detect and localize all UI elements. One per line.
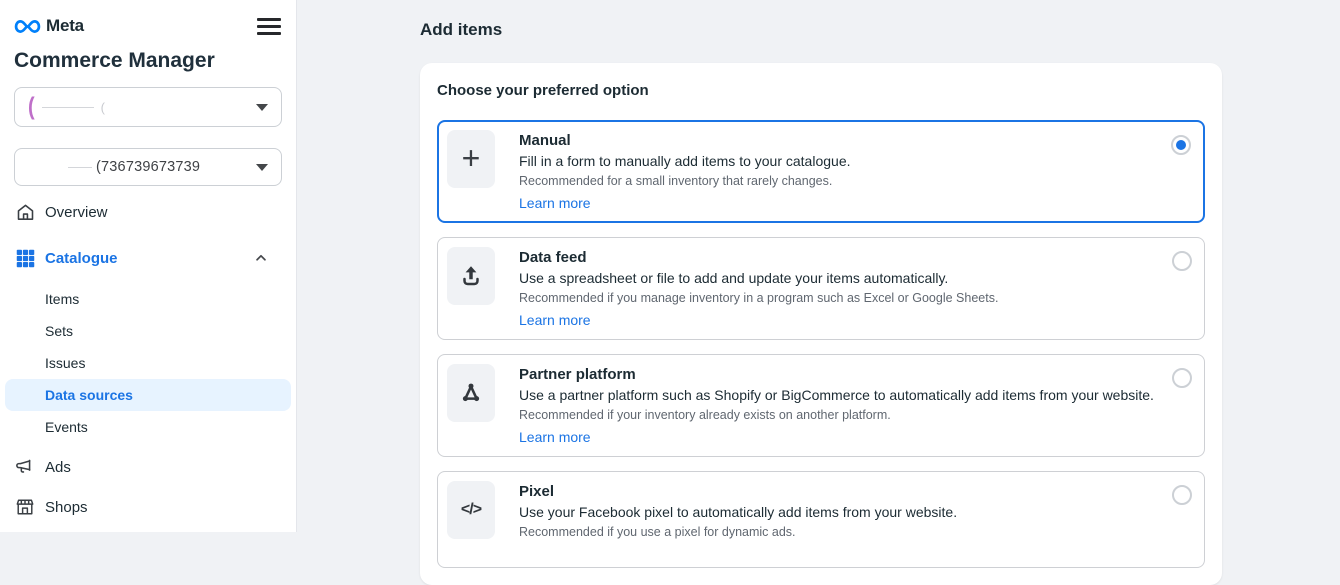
sidebar-item-items[interactable]: Items	[5, 283, 291, 315]
sidebar-header: Meta	[14, 12, 282, 40]
option-title: Manual	[519, 131, 851, 151]
radio-pixel[interactable]	[1172, 485, 1192, 505]
option-note: Recommended if you manage inventory in a…	[519, 289, 998, 307]
redaction-smudge	[42, 107, 94, 108]
meta-logo[interactable]: Meta	[14, 16, 84, 36]
chevron-up-icon[interactable]	[254, 251, 268, 265]
account-selector-dropdown[interactable]: ( (	[14, 87, 282, 127]
code-icon: </>	[447, 481, 495, 539]
sidebar-item-events[interactable]: Events	[5, 411, 291, 443]
plus-icon: +	[447, 130, 495, 188]
redacted-account-fragment: (	[101, 100, 105, 115]
add-items-card: Choose your preferred option + Manual Fi…	[420, 63, 1222, 585]
sidebar-item-label: Shops	[45, 499, 88, 516]
option-description: Use your Facebook pixel to automatically…	[519, 502, 957, 523]
menu-hamburger-icon[interactable]	[256, 16, 282, 37]
sidebar-item-overview[interactable]: Overview	[14, 195, 282, 229]
chevron-down-icon	[256, 104, 268, 111]
sidebar-item-label: Overview	[45, 204, 108, 221]
sidebar-item-shops[interactable]: Shops	[14, 489, 282, 525]
chevron-down-icon	[256, 164, 268, 171]
option-title: Partner platform	[519, 365, 1154, 385]
learn-more-link[interactable]: Learn more	[519, 427, 591, 447]
app-title: Commerce Manager	[14, 49, 282, 73]
upload-icon	[447, 247, 495, 305]
catalogue-id-text: (736739673739	[96, 159, 200, 175]
megaphone-icon	[14, 456, 36, 478]
catalogue-submenu: Items Sets Issues Data sources Events	[5, 283, 291, 443]
redacted-account-text: (	[28, 93, 35, 122]
radio-data-feed[interactable]	[1172, 251, 1192, 271]
option-description: Use a partner platform such as Shopify o…	[519, 385, 1154, 406]
sidebar-item-label: Catalogue	[45, 250, 118, 267]
sidebar-nav: Overview Catalogue Items Sets Issues Dat	[14, 195, 282, 525]
grid-icon	[14, 247, 36, 269]
partner-network-icon	[447, 364, 495, 422]
learn-more-link[interactable]: Learn more	[519, 310, 591, 330]
sidebar-item-ads[interactable]: Ads	[14, 449, 282, 485]
sidebar-item-issues[interactable]: Issues	[5, 347, 291, 379]
radio-partner-platform[interactable]	[1172, 368, 1192, 388]
home-icon	[14, 201, 36, 223]
meta-infinity-icon	[14, 18, 41, 35]
redaction-smudge	[68, 167, 92, 168]
option-title: Pixel	[519, 482, 957, 502]
option-pixel[interactable]: </> Pixel Use your Facebook pixel to aut…	[437, 471, 1205, 568]
option-data-feed[interactable]: Data feed Use a spreadsheet or file to a…	[437, 237, 1205, 340]
option-note: Recommended for a small inventory that r…	[519, 172, 851, 190]
sidebar-item-sets[interactable]: Sets	[5, 315, 291, 347]
card-title: Choose your preferred option	[437, 82, 1205, 99]
option-title: Data feed	[519, 248, 998, 268]
sidebar-item-data-sources[interactable]: Data sources	[5, 379, 291, 411]
brand-name: Meta	[46, 16, 84, 36]
sidebar-item-label: Ads	[45, 459, 71, 476]
sidebar-item-catalogue[interactable]: Catalogue	[14, 241, 282, 275]
catalogue-selector-dropdown[interactable]: (736739673739	[14, 148, 282, 186]
sidebar: Meta Commerce Manager ( ( (736739673739 …	[0, 0, 297, 532]
option-description: Fill in a form to manually add items to …	[519, 151, 851, 172]
options-list: + Manual Fill in a form to manually add …	[437, 120, 1205, 568]
main-content: Add items Choose your preferred option +…	[297, 0, 1340, 532]
option-partner-platform[interactable]: Partner platform Use a partner platform …	[437, 354, 1205, 457]
page-title: Add items	[420, 20, 1340, 40]
option-note: Recommended if your inventory already ex…	[519, 406, 1154, 424]
option-description: Use a spreadsheet or file to add and upd…	[519, 268, 998, 289]
option-note: Recommended if you use a pixel for dynam…	[519, 523, 957, 541]
radio-manual[interactable]	[1171, 135, 1191, 155]
option-manual[interactable]: + Manual Fill in a form to manually add …	[437, 120, 1205, 223]
learn-more-link[interactable]: Learn more	[519, 193, 591, 213]
storefront-icon	[14, 496, 36, 518]
